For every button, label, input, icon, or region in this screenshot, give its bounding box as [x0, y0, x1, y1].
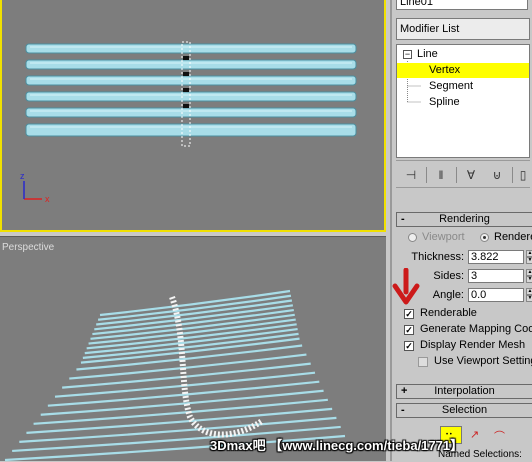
renderable-label: Renderable: [420, 307, 477, 319]
bench-slat: [25, 75, 357, 86]
stack-toolbar: ⊣ ‖ ∀ ⊍ ▯: [396, 160, 530, 188]
modifier-list-dropdown[interactable]: Modifier List: [396, 18, 530, 40]
display-render-mesh-checkbox[interactable]: ✓: [404, 341, 414, 351]
stack-item-segment[interactable]: Segment: [397, 79, 529, 94]
stack-item-line[interactable]: − Line: [397, 47, 529, 62]
command-panel: Line01 Modifier List − Line Vertex Segme…: [390, 0, 532, 461]
bench-slat-wire: [76, 344, 303, 371]
thickness-field[interactable]: 3.822: [468, 250, 524, 264]
modifier-stack[interactable]: − Line Vertex Segment Spline: [396, 44, 530, 158]
generate-mapping-checkbox[interactable]: ✓: [404, 325, 414, 335]
bench-slat-wire: [99, 289, 291, 317]
stack-item-vertex[interactable]: Vertex: [397, 63, 529, 78]
perspective-canvas: [4, 289, 346, 462]
perspective-viewport[interactable]: Perspective: [0, 236, 386, 462]
angle-spinner[interactable]: ▲ ▼: [526, 288, 532, 302]
interpolation-rollout-header[interactable]: + Interpolation: [396, 384, 532, 399]
show-end-result-icon[interactable]: ‖: [430, 166, 452, 184]
collapse-icon[interactable]: −: [403, 50, 412, 59]
renderer-radio[interactable]: [480, 233, 489, 242]
bench-slat: [25, 91, 357, 102]
sides-spinner[interactable]: ▲ ▼: [526, 269, 532, 283]
annotation-arrow-icon: [392, 268, 420, 305]
use-viewport-settings-label: Use Viewport Settings: [434, 355, 532, 367]
bench-slat: [25, 107, 357, 118]
sides-field[interactable]: 3: [468, 269, 524, 283]
generate-mapping-label: Generate Mapping Coords: [420, 323, 532, 335]
spline-selection-icon[interactable]: ⌒: [494, 428, 505, 444]
viewport-radio-label: Viewport: [422, 231, 465, 243]
use-viewport-settings-checkbox[interactable]: [418, 357, 428, 367]
bench-support-wire: [169, 296, 264, 438]
configure-icon[interactable]: ▯: [516, 166, 530, 184]
vertex-marker: [183, 88, 189, 92]
rendering-rollout-header[interactable]: - Rendering: [396, 212, 532, 227]
stack-item-spline[interactable]: Spline: [397, 95, 529, 110]
segment-selection-icon[interactable]: ↗: [470, 428, 479, 441]
bench-slat: [25, 123, 357, 137]
display-render-mesh-label: Display Render Mesh: [420, 339, 526, 351]
axis-x-label: x: [45, 194, 50, 204]
bench-slat-wire: [97, 294, 292, 321]
top-viewport[interactable]: x z: [0, 0, 386, 232]
remove-modifier-icon[interactable]: ⊍: [486, 166, 508, 184]
renderer-radio-label: Renderer: [494, 231, 532, 243]
top-view-canvas: x z: [20, 41, 357, 204]
axis-z-label: z: [20, 171, 25, 181]
make-unique-icon[interactable]: ∀: [460, 166, 482, 184]
viewport-radio[interactable]: [408, 233, 417, 242]
thickness-label: Thickness:: [411, 251, 464, 263]
angle-field[interactable]: 0.0: [468, 288, 524, 302]
renderable-checkbox[interactable]: ✓: [404, 309, 414, 319]
vertex-marker: [183, 56, 189, 60]
vertex-marker: [183, 104, 189, 108]
axis-tripod-icon: x z: [20, 171, 50, 204]
bench-slat: [25, 59, 357, 70]
watermark: 3Dmax吧 【www.linecg.com/tieba/1771】: [210, 438, 464, 453]
pin-stack-icon[interactable]: ⊣: [400, 166, 422, 184]
object-name-field[interactable]: Line01: [396, 0, 528, 10]
vertex-marker: [183, 72, 189, 76]
thickness-spinner[interactable]: ▲ ▼: [526, 250, 532, 264]
selection-rollout-header[interactable]: - Selection: [396, 403, 532, 418]
bench-slat: [25, 43, 357, 54]
